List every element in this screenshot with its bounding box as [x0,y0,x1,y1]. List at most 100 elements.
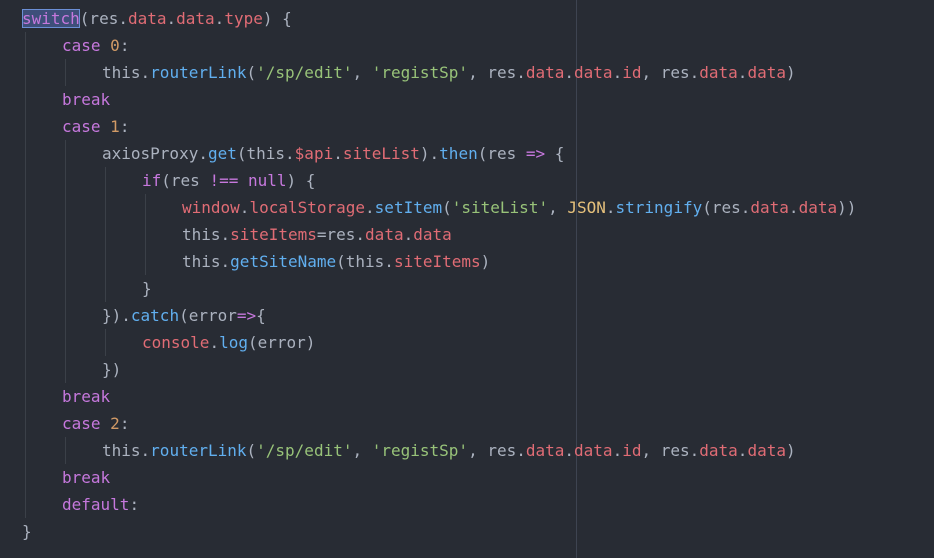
code-line[interactable]: case 0: [22,32,856,59]
code-token: setItem [374,198,443,217]
code-token: null [247,171,287,190]
code-token: , [352,63,372,82]
code-token: 2 [110,414,120,433]
code-token: { [545,144,565,163]
code-token: , res. [468,441,526,460]
code-token: default [62,495,130,514]
code-token: (res. [79,9,128,28]
code-token: . [365,198,375,217]
code-token: (res [477,144,526,163]
code-token: . [239,198,250,217]
code-line[interactable]: break [22,464,856,491]
code-token: 'registSp' [371,63,469,82]
code-line[interactable]: default: [22,491,856,518]
code-token: : [119,117,130,136]
code-line[interactable]: axiosProxy.get(this.$api.siteList).then(… [22,140,856,167]
code-token: , res. [641,63,700,82]
code-line[interactable]: if(res !== null) { [22,167,856,194]
code-token: case [62,36,111,55]
code-line[interactable]: console.log(error) [22,329,856,356]
code-token: data [574,441,613,460]
code-line[interactable]: } [22,275,856,302]
code-block[interactable]: switch(res.data.data.type) {case 0: this.… [22,5,856,545]
code-token: : [129,495,140,514]
code-token: '/sp/edit' [256,441,353,460]
code-token: stringify [615,198,703,217]
code-token: data [127,9,167,28]
code-token: . [612,441,623,460]
code-token: . [605,198,616,217]
code-token: break [62,387,111,406]
code-line[interactable]: this.routerLink('/sp/edit', 'registSp', … [22,437,856,464]
code-line[interactable]: break [22,86,856,113]
code-token: data [525,63,565,82]
code-token: . [214,9,225,28]
code-token: . [612,63,623,82]
code-editor[interactable]: switch(res.data.data.type) {case 0: this.… [0,0,934,558]
code-token: $api [294,144,334,163]
code-token: ( [442,198,452,217]
code-token: , [352,441,372,460]
code-token: , [548,198,568,217]
code-token: 0 [110,36,120,55]
code-token: siteItems [393,252,481,271]
code-token: }) [102,360,122,379]
code-token: (res [161,171,210,190]
code-token: siteItems [230,225,317,244]
code-token: '/sp/edit' [256,63,353,82]
code-token: break [62,468,111,487]
code-token: axiosProxy. [102,144,208,163]
code-token: case [62,117,111,136]
code-token: this. [102,441,151,460]
code-line[interactable]: }).catch(error=>{ [22,302,856,329]
code-token: }). [102,306,131,325]
code-line[interactable]: break [22,383,856,410]
code-token: data [750,198,789,217]
code-token: this. [182,225,231,244]
code-token: JSON [567,198,606,217]
code-token: ) { [286,171,316,190]
code-token: siteList [342,144,420,163]
code-token: localStorage [249,198,366,217]
code-token: } [22,522,32,541]
code-line[interactable]: window.localStorage.setItem('siteList', … [22,194,856,221]
code-token: . [333,144,343,163]
code-line[interactable]: switch(res.data.data.type) { [22,5,856,32]
code-token: . [564,63,575,82]
code-token: case [62,414,111,433]
code-line[interactable]: case 2: [22,410,856,437]
code-token: ) [785,63,796,82]
code-token: log [219,333,248,352]
code-token: 1 [110,117,120,136]
code-token: getSiteName [230,252,337,271]
code-token: this. [182,252,231,271]
code-token: , res. [641,441,700,460]
code-token: (error [179,306,237,325]
code-line[interactable]: this.siteItems=res.data.data [22,221,856,248]
code-token: data [365,225,404,244]
code-token: => [236,306,257,325]
code-line[interactable]: this.routerLink('/sp/edit', 'registSp', … [22,59,856,86]
code-token: => [525,144,546,163]
highlighted-token: switch [22,9,80,28]
code-token: ) [785,441,796,460]
code-token: window [182,198,240,217]
code-line[interactable]: this.getSiteName(this.siteItems) [22,248,856,275]
code-token: (this. [236,144,295,163]
code-token: this. [102,63,151,82]
code-token: data [176,9,215,28]
code-token: 'registSp' [371,441,469,460]
code-line[interactable]: } [22,518,856,545]
code-token: : [119,414,130,433]
code-token: , res. [468,63,526,82]
code-token: (error) [247,333,316,352]
code-token: . [564,441,575,460]
code-token: data [747,441,786,460]
code-token: { [256,306,266,325]
code-line[interactable]: }) [22,356,856,383]
code-token: ) { [262,9,292,28]
code-token: console [142,333,210,352]
code-token: data [413,225,452,244]
code-token: data [574,63,613,82]
code-line[interactable]: case 1: [22,113,856,140]
